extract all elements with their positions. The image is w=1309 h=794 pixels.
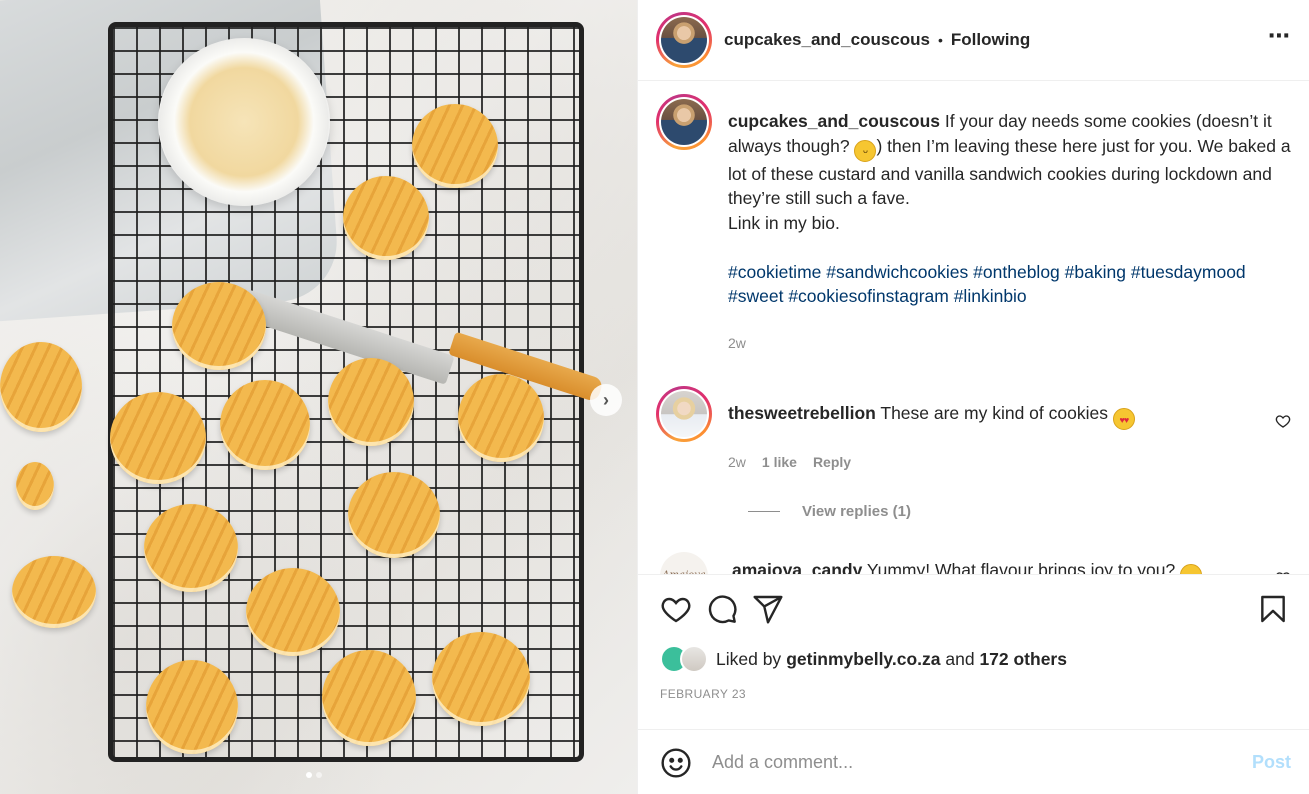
- carousel-dot: [316, 772, 322, 778]
- bowl-of-buttercream: [158, 38, 330, 206]
- hugging-face-emoji-icon: ᵕ: [1180, 563, 1203, 574]
- cookie: [322, 650, 416, 746]
- reply-button[interactable]: Reply: [813, 450, 851, 475]
- author-avatar[interactable]: [656, 12, 712, 68]
- cookie: [12, 556, 96, 628]
- cookie: [172, 282, 266, 370]
- heart-eyes-emoji-icon: ♥♥: [1112, 408, 1135, 430]
- caption-username[interactable]: cupcakes_and_couscous: [728, 111, 940, 131]
- like-heart-icon[interactable]: [660, 593, 692, 625]
- cookie: [16, 462, 54, 510]
- share-paper-plane-icon[interactable]: [752, 593, 784, 625]
- likes-summary: Liked by getinmybelly.co.za and 172 othe…: [660, 645, 1289, 673]
- hashtag[interactable]: #cookiesofinstagram: [788, 286, 949, 306]
- following-button[interactable]: Following: [951, 30, 1030, 50]
- hashtag[interactable]: #cookietime: [728, 262, 821, 282]
- action-bar: [660, 593, 1289, 625]
- post-header: cupcakes_and_couscous • Following ⋯: [638, 0, 1309, 81]
- cookie: [458, 374, 544, 462]
- cookie: [220, 380, 310, 470]
- cookie: [110, 392, 206, 484]
- comment: thesweetrebellion These are my kind of c…: [656, 386, 1291, 475]
- comment-timestamp[interactable]: 2w: [728, 450, 746, 475]
- emoji-smiley-icon[interactable]: [660, 747, 692, 779]
- post-actions: Liked by getinmybelly.co.za and 172 othe…: [638, 574, 1309, 794]
- hashtag[interactable]: #tuesdaymood: [1131, 262, 1246, 282]
- carousel-dot-active: [306, 772, 312, 778]
- like-comment-heart-icon[interactable]: [1275, 413, 1291, 429]
- cookie: [146, 660, 238, 754]
- author-username[interactable]: cupcakes_and_couscous: [724, 30, 930, 50]
- commenter-avatar[interactable]: [656, 386, 712, 442]
- cookie: [432, 632, 530, 726]
- likes-others-link[interactable]: 172 others: [979, 649, 1067, 670]
- hashtag[interactable]: #linkinbio: [954, 286, 1027, 306]
- commenter-avatar[interactable]: Amajoya: [660, 551, 708, 574]
- author-avatar-image: [661, 17, 707, 63]
- post-image[interactable]: ›: [0, 0, 637, 794]
- header-separator: •: [937, 32, 943, 48]
- save-bookmark-icon[interactable]: [1257, 593, 1289, 625]
- comment-username[interactable]: amajoya_candy: [732, 560, 862, 575]
- cookie: [144, 504, 238, 592]
- comment-username[interactable]: thesweetrebellion: [728, 403, 876, 423]
- carousel-indicator: [306, 772, 322, 778]
- liker-avatar[interactable]: [680, 645, 708, 673]
- hashtag[interactable]: #ontheblog: [973, 262, 1060, 282]
- liker-username[interactable]: getinmybelly.co.za: [786, 649, 940, 670]
- chevron-right-icon: ›: [603, 389, 609, 410]
- caption: cupcakes_and_couscous If your day needs …: [656, 94, 1291, 356]
- post-side-panel: cupcakes_and_couscous • Following ⋯ cupc…: [637, 0, 1309, 794]
- caption-timestamp[interactable]: 2w: [728, 331, 746, 356]
- grinning-face-emoji-icon: ᵕ: [854, 139, 877, 162]
- post-date[interactable]: FEBRUARY 23: [660, 687, 1289, 701]
- caption-link-line: Link in my bio.: [728, 212, 840, 233]
- cookie: [0, 342, 82, 432]
- comment: Amajoya amajoya_candy Yummy! What flavou…: [656, 551, 1291, 575]
- post-comment-button[interactable]: Post: [1252, 752, 1291, 773]
- caption-avatar[interactable]: [656, 94, 712, 150]
- add-comment-bar: Post: [638, 729, 1309, 794]
- replies-divider: [748, 510, 780, 512]
- view-replies-button[interactable]: View replies (1): [748, 503, 1291, 520]
- hashtag[interactable]: #sandwichcookies: [826, 262, 968, 282]
- comment-text: These are my kind of cookies: [875, 403, 1113, 423]
- hashtag[interactable]: #baking: [1065, 262, 1126, 282]
- cookie: [412, 104, 498, 188]
- cookie: [328, 358, 414, 446]
- carousel-next-button[interactable]: ›: [590, 384, 622, 416]
- comments-section[interactable]: cupcakes_and_couscous If your day needs …: [638, 81, 1309, 574]
- more-options-icon[interactable]: ⋯: [1268, 25, 1291, 55]
- caption-hashtags: #cookietime #sandwichcookies #ontheblog …: [728, 260, 1291, 309]
- comment-text: Yummy! What flavour brings joy to you?: [862, 559, 1181, 575]
- comment-likes-count[interactable]: 1 like: [762, 450, 797, 475]
- cookie: [348, 472, 440, 558]
- hashtag[interactable]: #sweet: [728, 286, 783, 306]
- cookie: [343, 176, 429, 260]
- comment-input[interactable]: [712, 752, 1252, 773]
- cookie: [246, 568, 340, 656]
- comment-bubble-icon[interactable]: [706, 593, 738, 625]
